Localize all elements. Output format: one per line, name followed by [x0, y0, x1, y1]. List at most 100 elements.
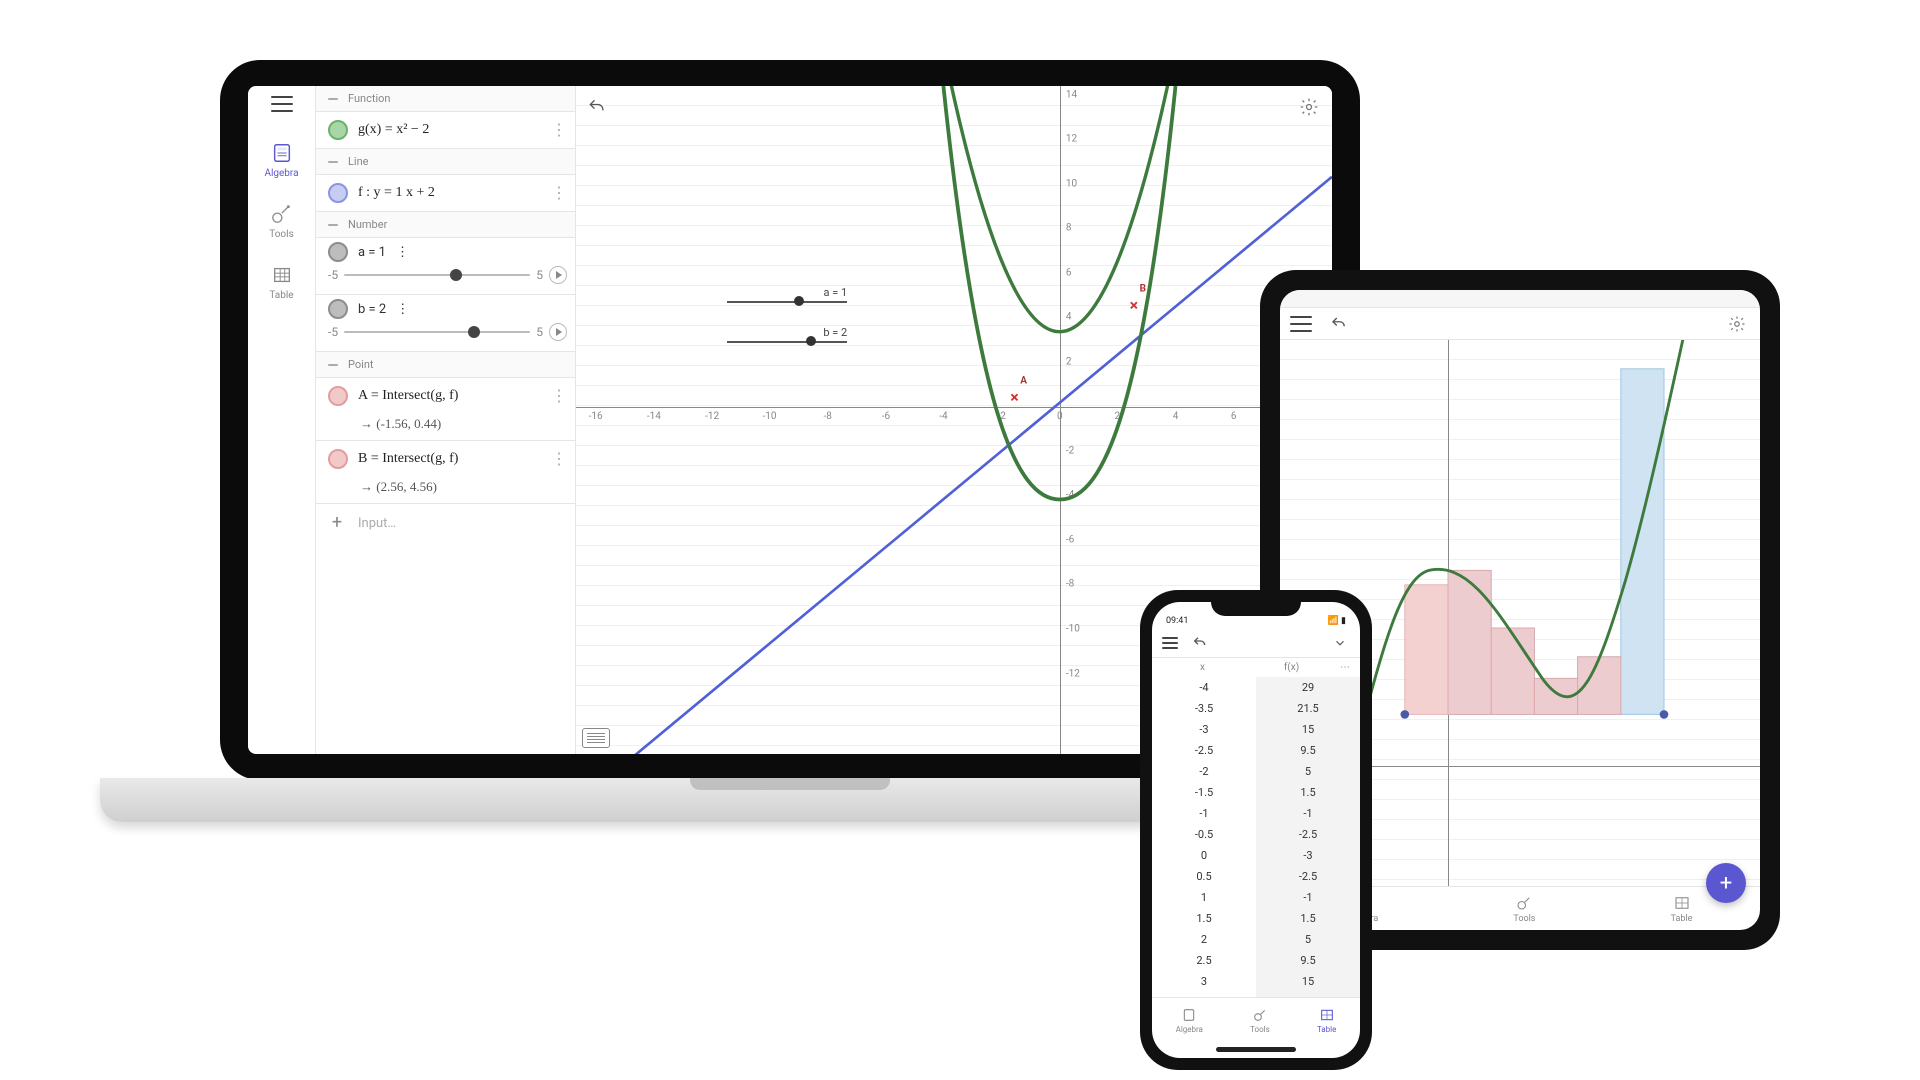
table-row[interactable]: -1-1	[1152, 803, 1360, 824]
tab-label: Table	[1317, 1025, 1336, 1034]
slider-a[interactable]: a = 1 ⋮ -5 5	[316, 238, 575, 295]
rail-tab-tools-label: Tools	[269, 229, 293, 240]
rail-tab-table[interactable]: Table	[269, 264, 293, 301]
undo-icon[interactable]	[1190, 633, 1210, 653]
group-label: Function	[348, 92, 390, 105]
table-row[interactable]: -25	[1152, 761, 1360, 782]
visibility-toggle[interactable]	[328, 242, 348, 262]
tab-algebra[interactable]: Algebra	[1176, 1007, 1203, 1034]
undo-icon[interactable]	[584, 94, 610, 120]
group-header-number[interactable]: Number	[316, 212, 575, 238]
expr-row-point-b[interactable]: B = Intersect(g, f) ⋮	[316, 441, 575, 477]
more-icon[interactable]: ⋮	[396, 245, 409, 260]
col-fx: f(x)	[1249, 662, 1334, 673]
collapse-icon	[328, 98, 338, 100]
gear-icon[interactable]	[1296, 94, 1322, 120]
graph-slider-label: a = 1	[824, 286, 848, 299]
table-icon	[1673, 894, 1691, 912]
plus-icon[interactable]: +	[328, 514, 346, 532]
visibility-toggle[interactable]	[328, 120, 348, 140]
tools-icon	[270, 203, 292, 225]
more-icon[interactable]: ⋮	[551, 127, 567, 133]
table-header: x f(x) ⋯	[1152, 658, 1360, 677]
slider-min: -5	[328, 325, 338, 339]
expr-row-line[interactable]: f : y = 1 x + 2 ⋮	[316, 175, 575, 212]
graph-toolbar	[584, 94, 610, 120]
group-header-function[interactable]: Function	[316, 86, 575, 112]
add-fab[interactable]: +	[1706, 863, 1746, 903]
rail-tab-tools[interactable]: Tools	[269, 203, 293, 240]
slider-thumb[interactable]	[450, 269, 462, 281]
home-indicator	[1216, 1047, 1296, 1052]
table-row[interactable]: -315	[1152, 719, 1360, 740]
menu-icon[interactable]	[271, 96, 293, 112]
slider-thumb[interactable]	[468, 326, 480, 338]
graph-slider-b[interactable]: b = 2	[727, 326, 847, 343]
tablet-status-bar	[1280, 290, 1760, 308]
group-header-point[interactable]: Point	[316, 352, 575, 378]
play-icon[interactable]	[549, 323, 567, 341]
table-row[interactable]: 315	[1152, 971, 1360, 992]
tab-table[interactable]: Table	[1317, 1007, 1336, 1034]
slider-track[interactable]	[344, 274, 530, 276]
expr-text: A = Intersect(g, f)	[358, 388, 541, 404]
visibility-toggle[interactable]	[328, 299, 348, 319]
slider-track[interactable]	[344, 331, 530, 333]
keyboard-icon[interactable]	[582, 728, 610, 748]
play-icon[interactable]	[549, 266, 567, 284]
visibility-toggle[interactable]	[328, 449, 348, 469]
table-row[interactable]: 0.5-2.5	[1152, 866, 1360, 887]
chevron-down-icon[interactable]	[1330, 633, 1350, 653]
table-row[interactable]: 0-3	[1152, 845, 1360, 866]
table-row[interactable]: 1-1	[1152, 887, 1360, 908]
undo-icon[interactable]	[1326, 311, 1352, 337]
more-icon[interactable]: ⋯	[1338, 662, 1352, 673]
more-icon[interactable]: ⋮	[551, 190, 567, 196]
status-icons: 📶 ▮	[1328, 616, 1346, 626]
intersection-a[interactable]: ×A	[1010, 387, 1019, 406]
graph-slider-label: b = 2	[823, 326, 847, 339]
phone-device: 09:41 📶 ▮ x f(x) ⋯ -429-3.521.5-315-2.59…	[1140, 590, 1372, 1070]
table-body: -429-3.521.5-315-2.59.5-25-1.51.5-1-1-0.…	[1152, 677, 1360, 997]
table-row[interactable]: 1.51.5	[1152, 908, 1360, 929]
slider-label: a = 1	[358, 245, 386, 260]
intersection-b[interactable]: ×B	[1130, 296, 1139, 315]
menu-icon[interactable]	[1162, 637, 1178, 649]
tablet-topbar	[1280, 308, 1760, 340]
group-header-line[interactable]: Line	[316, 149, 575, 175]
table-row[interactable]: 25	[1152, 929, 1360, 950]
more-icon[interactable]: ⋮	[396, 302, 409, 317]
expr-row-point-a[interactable]: A = Intersect(g, f) ⋮	[316, 378, 575, 414]
visibility-toggle[interactable]	[328, 183, 348, 203]
group-label: Point	[348, 358, 374, 371]
table-row[interactable]: -429	[1152, 677, 1360, 698]
slider-b[interactable]: b = 2 ⋮ -5 5	[316, 295, 575, 352]
expr-row-function[interactable]: g(x) = x² − 2 ⋮	[316, 112, 575, 149]
slider-min: -5	[328, 268, 338, 282]
table-row[interactable]: -2.59.5	[1152, 740, 1360, 761]
more-icon[interactable]: ⋮	[551, 393, 567, 399]
table-row[interactable]: -1.51.5	[1152, 782, 1360, 803]
tab-table[interactable]: Table	[1671, 894, 1693, 924]
rail-tab-algebra[interactable]: Algebra	[264, 142, 298, 179]
gear-icon[interactable]	[1724, 311, 1750, 337]
table-row[interactable]: 2.59.5	[1152, 950, 1360, 971]
table-row[interactable]: -0.5-2.5	[1152, 824, 1360, 845]
more-icon[interactable]: ⋮	[551, 456, 567, 462]
slider-label: b = 2	[358, 302, 386, 317]
tab-tools[interactable]: Tools	[1513, 894, 1535, 924]
tab-tools[interactable]: Tools	[1250, 1007, 1270, 1034]
graph-slider-a[interactable]: a = 1	[727, 286, 847, 303]
point-b-value: → (2.56, 4.56)	[316, 477, 575, 504]
new-input-row[interactable]: + Input…	[316, 504, 575, 542]
expr-text: B = Intersect(g, f)	[358, 451, 541, 467]
tab-label: Tools	[1513, 914, 1535, 924]
slider-max: 5	[536, 268, 543, 282]
visibility-toggle[interactable]	[328, 386, 348, 406]
expr-text: g(x) = x² − 2	[358, 122, 541, 138]
input-placeholder: Input…	[358, 516, 396, 531]
menu-icon[interactable]	[1290, 316, 1312, 332]
left-rail: Algebra Tools Table	[248, 86, 316, 754]
table-row[interactable]: -3.521.5	[1152, 698, 1360, 719]
phone-table[interactable]: x f(x) ⋯ -429-3.521.5-315-2.59.5-25-1.51…	[1152, 658, 1360, 997]
